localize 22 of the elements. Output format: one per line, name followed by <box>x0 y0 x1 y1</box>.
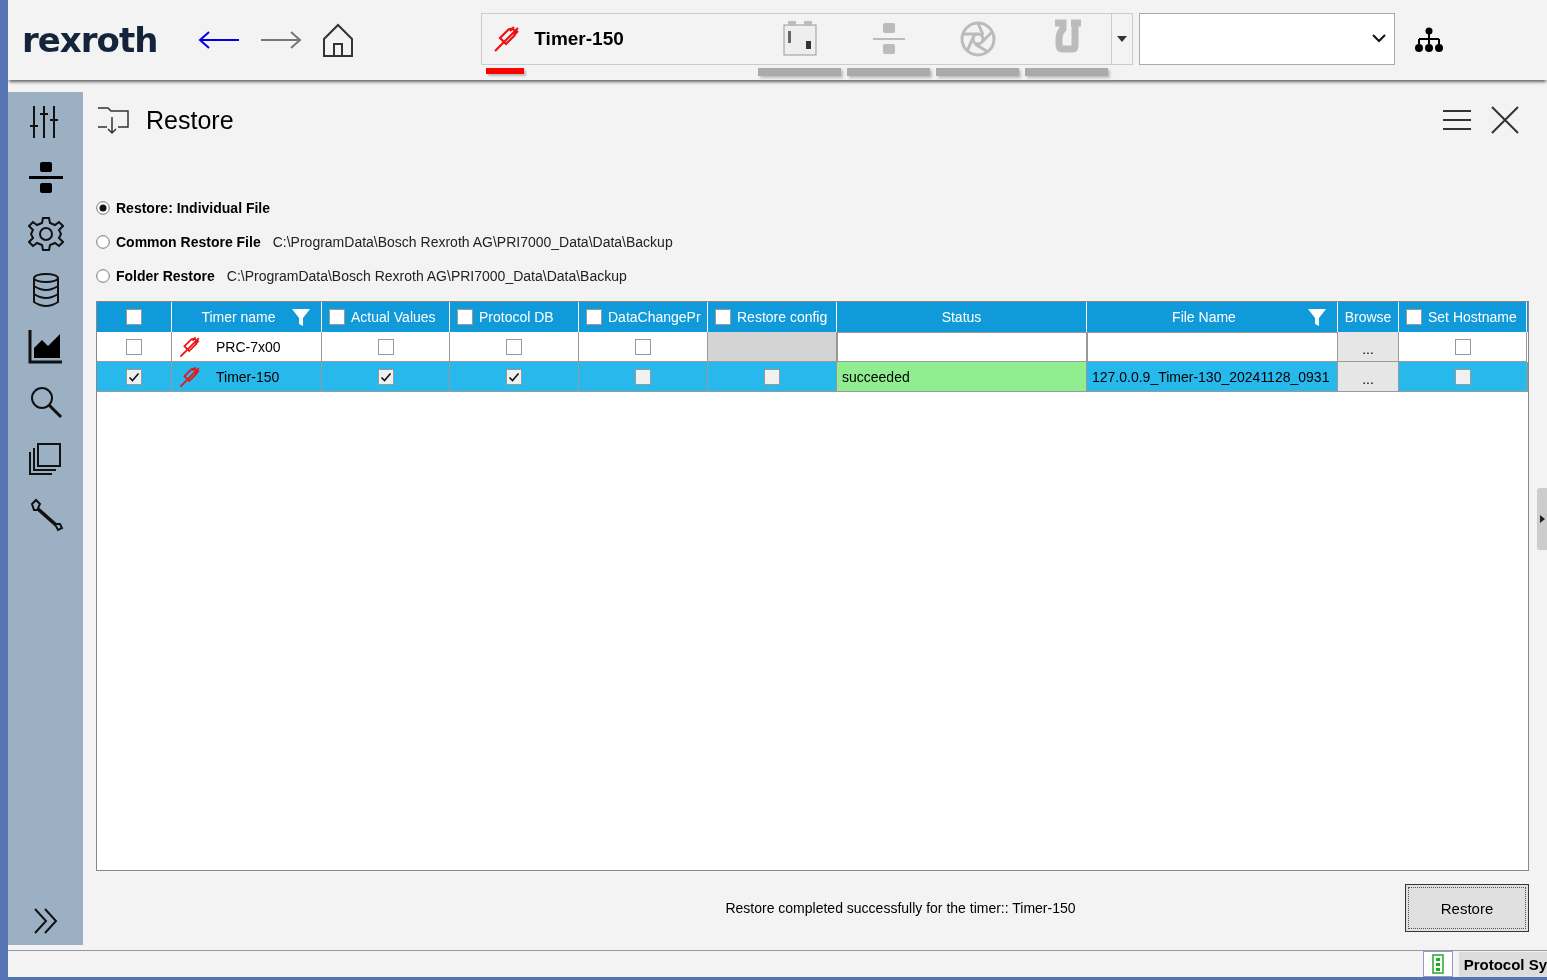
panel-title: Restore <box>146 105 235 135</box>
column-header[interactable]: DataChangePr <box>579 302 708 332</box>
browse-button[interactable]: ... <box>1338 332 1399 362</box>
option-label: Common Restore File <box>116 234 261 250</box>
column-header[interactable]: Set Hostname <box>1399 302 1527 332</box>
column-header[interactable]: Timer name <box>172 302 322 332</box>
table-cell: PRC-7x00 <box>216 338 281 355</box>
column-header[interactable]: Protocol DB <box>450 302 579 332</box>
table-cell: 127.0.0.9_Timer-130_20241128_0931 <box>1087 362 1338 392</box>
status-message: Restore completed successfully for the timer:: Timer-150 <box>724 900 1077 916</box>
folder-path: C:\ProgramData\Bosch Rexroth AG\PRI7000_Data\Data\Backup <box>272 234 673 250</box>
logo: rexroth <box>22 20 158 60</box>
folder-path: C:\ProgramData\Bosch Rexroth AG\PRI7000_Data\Data\Backup <box>226 268 627 284</box>
option-label: Restore: Individual File <box>116 200 271 216</box>
restore-button[interactable]: Restore <box>1405 884 1529 932</box>
status-label: Protocol Sy <box>1458 951 1547 977</box>
option-label: Folder Restore <box>116 268 215 284</box>
device-name: Timer-150 <box>534 28 625 50</box>
table-cell: succeeded <box>837 362 1087 392</box>
browse-button[interactable]: ... <box>1338 362 1399 392</box>
column-header[interactable]: Actual Values <box>322 302 450 332</box>
table-cell: Timer-150 <box>216 368 280 385</box>
